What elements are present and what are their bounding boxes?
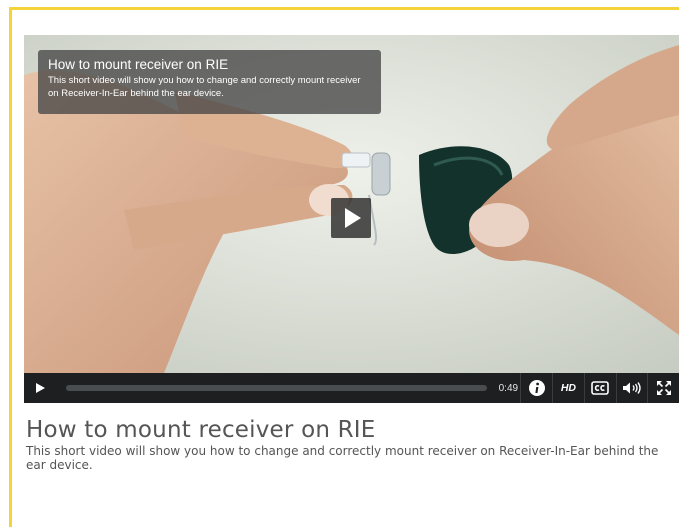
page-title: How to mount receiver on RIE: [26, 417, 376, 443]
time-display: 0:49: [498, 382, 519, 394]
closed-captions-icon: [591, 381, 609, 395]
overlay-description: This short video will show you how to ch…: [48, 75, 361, 99]
hd-button[interactable]: HD: [553, 373, 584, 403]
info-icon: [528, 380, 545, 396]
closed-captions-button[interactable]: [585, 373, 616, 403]
video-controls-bar: 0:49 HD: [24, 373, 679, 403]
fullscreen-icon: [656, 381, 671, 395]
play-icon: [36, 383, 46, 393]
overlay-title: How to mount receiver on RIE: [48, 57, 229, 72]
fullscreen-button[interactable]: [648, 373, 679, 403]
volume-button[interactable]: [616, 373, 647, 403]
big-play-button[interactable]: [331, 198, 371, 238]
video-info-overlay: How to mount receiver on RIE This short …: [38, 50, 381, 114]
video-player[interactable]: How to mount receiver on RIE This short …: [24, 35, 679, 403]
volume-icon: [622, 382, 641, 394]
seek-bar[interactable]: [65, 385, 487, 391]
page-description: This short video will show you how to ch…: [26, 444, 659, 472]
play-icon: [345, 208, 361, 228]
hd-label: HD: [560, 382, 576, 394]
play-button[interactable]: [24, 373, 57, 403]
info-button[interactable]: [521, 373, 552, 403]
